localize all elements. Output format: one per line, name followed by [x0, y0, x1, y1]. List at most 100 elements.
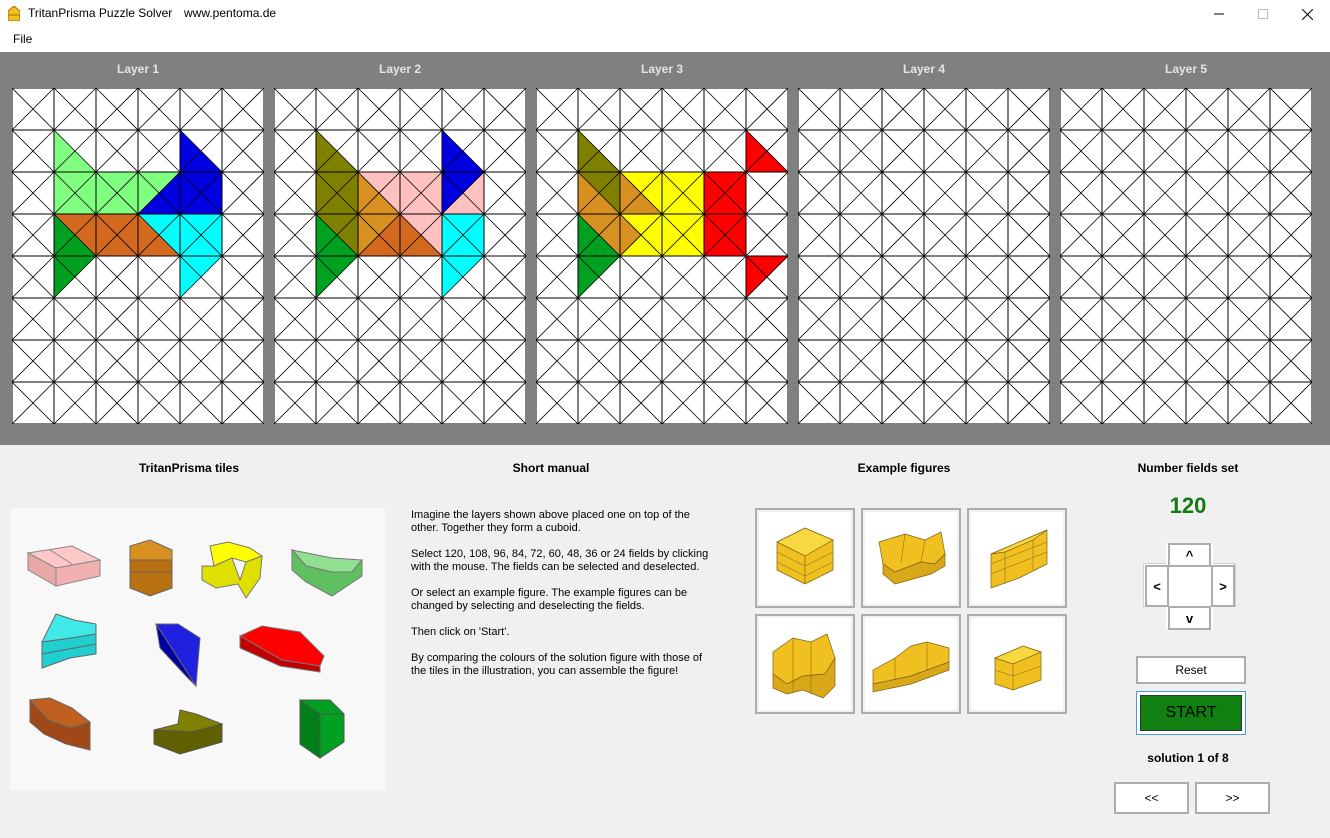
grid-cell[interactable]	[1101, 381, 1145, 424]
grid-cell[interactable]	[536, 255, 579, 299]
grid-cell[interactable]	[1269, 339, 1312, 383]
grid-cell[interactable]	[1227, 213, 1271, 257]
grid-cell[interactable]	[1185, 129, 1229, 173]
grid-cell[interactable]	[483, 297, 526, 341]
grid-cell[interactable]	[881, 171, 925, 215]
grid-cell[interactable]	[1060, 213, 1103, 257]
grid-cell[interactable]	[798, 381, 841, 424]
grid-cell[interactable]	[12, 339, 55, 383]
grid-cell[interactable]	[881, 297, 925, 341]
grid-cell[interactable]	[881, 381, 925, 424]
grid-cell[interactable]	[703, 339, 747, 383]
grid-cell[interactable]	[1101, 255, 1145, 299]
grid-cell[interactable]	[315, 88, 359, 131]
grid-cell[interactable]	[483, 129, 526, 173]
grid-cell[interactable]	[1227, 381, 1271, 424]
grid-cell[interactable]	[315, 381, 359, 424]
grid-cell[interactable]	[923, 381, 967, 424]
grid-cell[interactable]	[745, 171, 788, 215]
grid-cell[interactable]	[221, 297, 264, 341]
grid-cell[interactable]	[1060, 129, 1103, 173]
grid-cell[interactable]	[357, 381, 401, 424]
grid-cell[interactable]	[536, 213, 579, 257]
grid-cell[interactable]	[221, 171, 264, 215]
example-figure-5[interactable]	[861, 614, 961, 714]
grid-cell[interactable]	[1060, 297, 1103, 341]
grid-cell[interactable]	[1185, 171, 1229, 215]
grid-cell[interactable]	[53, 339, 97, 383]
grid-cell[interactable]	[661, 381, 705, 424]
grid-cell[interactable]	[1007, 171, 1050, 215]
grid-cell[interactable]	[221, 88, 264, 131]
grid-cell[interactable]	[536, 339, 579, 383]
grid-cell[interactable]	[1101, 297, 1145, 341]
grid-cell[interactable]	[137, 129, 181, 173]
grid-cell[interactable]	[1185, 381, 1229, 424]
grid-cell[interactable]	[95, 255, 139, 299]
grid-cell[interactable]	[798, 339, 841, 383]
grid-cell[interactable]	[661, 297, 705, 341]
grid-cell[interactable]	[798, 297, 841, 341]
grid-cell[interactable]	[839, 381, 883, 424]
grid-cell[interactable]	[274, 255, 317, 299]
grid-cell[interactable]	[12, 129, 55, 173]
grid-cell[interactable]	[357, 129, 401, 173]
grid-cell[interactable]	[1227, 339, 1271, 383]
grid-cell[interactable]	[798, 213, 841, 257]
grid-cell[interactable]	[703, 88, 747, 131]
layer-2-grid[interactable]	[274, 88, 526, 424]
grid-cell[interactable]	[881, 213, 925, 257]
grid-cell[interactable]	[703, 381, 747, 424]
grid-cell[interactable]	[923, 255, 967, 299]
grid-cell[interactable]	[1060, 171, 1103, 215]
grid-cell[interactable]	[1007, 297, 1050, 341]
minimize-button[interactable]	[1196, 0, 1242, 28]
grid-cell[interactable]	[661, 339, 705, 383]
grid-cell[interactable]	[577, 381, 621, 424]
previous-solution-button[interactable]: <<	[1114, 782, 1189, 814]
layer-5-grid[interactable]	[1060, 88, 1312, 424]
grid-cell[interactable]	[274, 88, 317, 131]
grid-cell[interactable]	[357, 88, 401, 131]
grid-cell[interactable]	[399, 381, 443, 424]
grid-cell[interactable]	[441, 297, 485, 341]
grid-cell[interactable]	[536, 381, 579, 424]
grid-cell[interactable]	[1185, 339, 1229, 383]
grid-cell[interactable]	[1060, 339, 1103, 383]
grid-cell[interactable]	[1101, 129, 1145, 173]
grid-cell[interactable]	[745, 381, 788, 424]
grid-cell[interactable]	[1269, 171, 1312, 215]
shift-up-button[interactable]: ^	[1168, 543, 1211, 567]
grid-cell[interactable]	[274, 297, 317, 341]
layer-1-grid[interactable]	[12, 88, 264, 424]
grid-cell[interactable]	[1269, 297, 1312, 341]
grid-cell[interactable]	[839, 297, 883, 341]
grid-cell[interactable]	[965, 339, 1009, 383]
grid-cell[interactable]	[1227, 297, 1271, 341]
grid-cell[interactable]	[1185, 213, 1229, 257]
next-solution-button[interactable]: >>	[1195, 782, 1270, 814]
menu-file[interactable]: File	[13, 32, 32, 46]
grid-cell[interactable]	[274, 129, 317, 173]
grid-cell[interactable]	[703, 129, 747, 173]
grid-cell[interactable]	[536, 129, 579, 173]
grid-cell[interactable]	[399, 88, 443, 131]
grid-cell[interactable]	[745, 339, 788, 383]
grid-cell[interactable]	[1007, 339, 1050, 383]
grid-cell[interactable]	[1269, 88, 1312, 131]
grid-cell[interactable]	[1143, 339, 1187, 383]
grid-cell[interactable]	[1060, 381, 1103, 424]
grid-cell[interactable]	[798, 88, 841, 131]
grid-cell[interactable]	[839, 255, 883, 299]
grid-cell[interactable]	[483, 255, 526, 299]
grid-cell[interactable]	[53, 88, 97, 131]
grid-cell[interactable]	[221, 213, 264, 257]
grid-cell[interactable]	[619, 339, 663, 383]
grid-cell[interactable]	[619, 297, 663, 341]
grid-cell[interactable]	[1143, 88, 1187, 131]
grid-cell[interactable]	[661, 255, 705, 299]
grid-cell[interactable]	[923, 129, 967, 173]
grid-cell[interactable]	[483, 381, 526, 424]
grid-cell[interactable]	[1101, 171, 1145, 215]
maximize-button[interactable]	[1240, 0, 1286, 28]
